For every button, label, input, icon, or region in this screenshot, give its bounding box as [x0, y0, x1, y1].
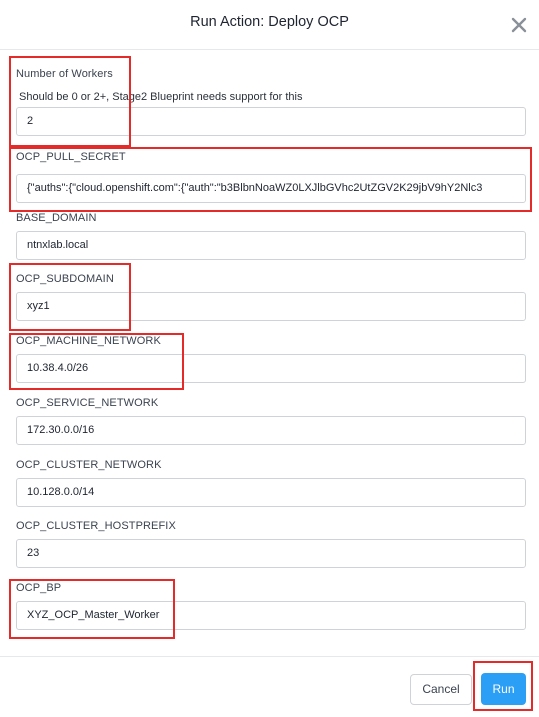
ocp-pull-secret-input[interactable]: {"auths":{"cloud.openshift.com":{"auth":… [16, 174, 526, 203]
dialog-title: Run Action: Deploy OCP [190, 14, 349, 30]
run-action-dialog: Run Action: Deploy OCP Number of Workers… [0, 0, 539, 717]
ocp-bp-label: OCP_BP [16, 582, 62, 594]
base-domain-label: BASE_DOMAIN [16, 212, 97, 224]
close-button[interactable] [509, 15, 529, 35]
number-of-workers-label: Number of Workers [16, 68, 113, 80]
base-domain-input[interactable]: ntnxlab.local [16, 231, 526, 260]
ocp-subdomain-input[interactable]: xyz1 [16, 292, 526, 321]
ocp-pull-secret-label: OCP_PULL_SECRET [16, 151, 126, 163]
ocp-cluster-hostprefix-label: OCP_CLUSTER_HOSTPREFIX [16, 520, 176, 532]
ocp-machine-network-label: OCP_MACHINE_NETWORK [16, 335, 161, 347]
ocp-bp-input[interactable]: XYZ_OCP_Master_Worker [16, 601, 526, 630]
dialog-header: Run Action: Deploy OCP [0, 0, 539, 50]
ocp-cluster-network-input[interactable]: 10.128.0.0/14 [16, 478, 526, 507]
ocp-subdomain-label: OCP_SUBDOMAIN [16, 273, 114, 285]
cancel-button[interactable]: Cancel [410, 674, 472, 705]
ocp-service-network-input[interactable]: 172.30.0.0/16 [16, 416, 526, 445]
ocp-cluster-hostprefix-input[interactable]: 23 [16, 539, 526, 568]
ocp-service-network-label: OCP_SERVICE_NETWORK [16, 397, 159, 409]
run-button[interactable]: Run [481, 673, 526, 705]
ocp-machine-network-input[interactable]: 10.38.4.0/26 [16, 354, 526, 383]
close-icon [511, 17, 527, 33]
number-of-workers-help: Should be 0 or 2+, Stage2 Blueprint need… [19, 91, 303, 103]
ocp-cluster-network-label: OCP_CLUSTER_NETWORK [16, 459, 162, 471]
number-of-workers-input[interactable]: 2 [16, 107, 526, 136]
